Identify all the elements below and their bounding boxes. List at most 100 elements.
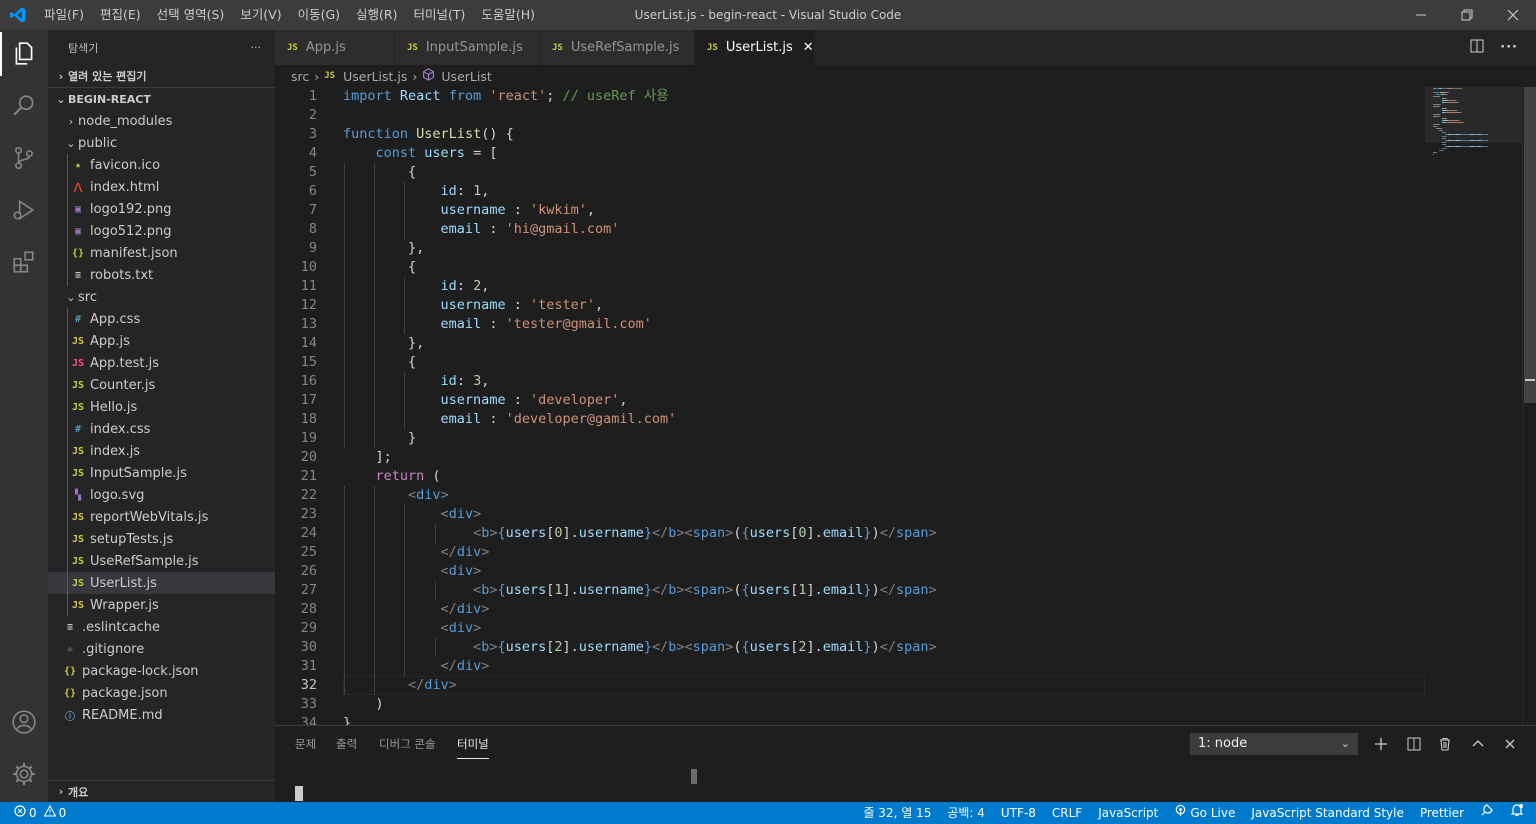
tab-inputsample-js[interactable]: JS InputSample.js bbox=[395, 30, 540, 65]
tab-output[interactable]: 출력 bbox=[336, 726, 357, 761]
file-item[interactable]: JS UseRefSample.js bbox=[48, 550, 275, 572]
new-terminal-icon[interactable] bbox=[1370, 733, 1392, 755]
file-item[interactable]: ≡ robots.txt bbox=[48, 264, 275, 286]
go-live-button[interactable]: Go Live bbox=[1166, 802, 1243, 824]
close-window-button[interactable] bbox=[1490, 0, 1536, 30]
line-number: 21 bbox=[300, 468, 317, 484]
code-line: 10 { bbox=[275, 258, 1425, 277]
tab-userlist-js[interactable]: JS UserList.js ✕ bbox=[695, 30, 815, 65]
file-item[interactable]: JS Hello.js bbox=[48, 396, 275, 418]
file-item[interactable]: ⓘ README.md bbox=[48, 704, 275, 726]
notifications-bell-icon[interactable] bbox=[1502, 802, 1536, 824]
file-item[interactable]: JS App.js bbox=[48, 330, 275, 352]
cursor-position[interactable]: 줄 32, 열 15 bbox=[855, 802, 939, 824]
menu-item[interactable]: 도움말(H) bbox=[473, 0, 543, 30]
split-editor-icon[interactable] bbox=[1470, 39, 1484, 57]
file-item[interactable]: ▣ logo192.png bbox=[48, 198, 275, 220]
minimap-token bbox=[1433, 88, 1438, 89]
extensions-icon[interactable] bbox=[0, 238, 48, 286]
editor-scrollbar[interactable] bbox=[1522, 87, 1536, 725]
file-item[interactable]: {} manifest.json bbox=[48, 242, 275, 264]
tab-problems[interactable]: 문제 bbox=[295, 726, 316, 761]
close-panel-icon[interactable] bbox=[1499, 733, 1521, 755]
breadcrumb-file[interactable]: UserList.js bbox=[343, 69, 407, 84]
problems-status[interactable]: 0 0 bbox=[0, 802, 74, 824]
code-text: { bbox=[343, 164, 417, 180]
project-section[interactable]: ⌄ BEGIN-REACT bbox=[48, 88, 275, 110]
encoding[interactable]: UTF-8 bbox=[993, 802, 1044, 824]
file-item[interactable]: {} package-lock.json bbox=[48, 660, 275, 682]
minimap-token bbox=[1433, 106, 1440, 107]
open-editors-section[interactable]: › 열려 있는 편집기 bbox=[48, 65, 275, 87]
line-number: 18 bbox=[300, 411, 317, 427]
minimap-token bbox=[1470, 140, 1475, 141]
manage-gear-icon[interactable] bbox=[0, 750, 48, 798]
end-of-line[interactable]: CRLF bbox=[1044, 802, 1090, 824]
file-item[interactable]: # index.css bbox=[48, 418, 275, 440]
tab-debug-console[interactable]: 디버그 콘솔 bbox=[379, 726, 436, 761]
minimize-button[interactable] bbox=[1398, 0, 1444, 30]
more-actions-icon[interactable]: ··· bbox=[251, 41, 262, 54]
split-terminal-icon[interactable] bbox=[1403, 733, 1425, 755]
more-actions-icon[interactable]: ··· bbox=[1500, 40, 1518, 55]
file-item[interactable]: ★ favicon.ico bbox=[48, 154, 275, 176]
file-item[interactable]: JS UserList.js bbox=[48, 572, 275, 594]
file-item[interactable]: JS reportWebVitals.js bbox=[48, 506, 275, 528]
file-item[interactable]: JS index.js bbox=[48, 440, 275, 462]
file-label: App.js bbox=[90, 333, 130, 349]
file-item[interactable]: {} package.json bbox=[48, 682, 275, 704]
file-item[interactable]: JS Wrapper.js bbox=[48, 594, 275, 616]
menu-item[interactable]: 이동(G) bbox=[290, 0, 348, 30]
menu-item[interactable]: 편집(E) bbox=[92, 0, 149, 30]
file-item[interactable]: ◆ .gitignore bbox=[48, 638, 275, 660]
tab-terminal[interactable]: 터미널 bbox=[457, 726, 489, 759]
file-item[interactable]: JS setupTests.js bbox=[48, 528, 275, 550]
run-debug-icon[interactable] bbox=[0, 186, 48, 234]
search-icon[interactable] bbox=[0, 82, 48, 130]
minimap[interactable] bbox=[1425, 87, 1522, 725]
tab-app-js[interactable]: JS App.js bbox=[275, 30, 395, 65]
linter-status[interactable]: JavaScript Standard Style bbox=[1243, 802, 1412, 824]
indent-guide bbox=[67, 154, 68, 176]
indent-guide bbox=[67, 198, 68, 220]
line-number: 10 bbox=[300, 259, 317, 275]
menu-item[interactable]: 보기(V) bbox=[232, 0, 289, 30]
breadcrumb-symbol[interactable]: UserList bbox=[441, 69, 491, 84]
indent-guide bbox=[67, 330, 68, 352]
restore-button[interactable] bbox=[1444, 0, 1490, 30]
menu-item[interactable]: 실행(R) bbox=[348, 0, 405, 30]
file-item[interactable]: JS Counter.js bbox=[48, 374, 275, 396]
close-icon[interactable]: ✕ bbox=[803, 40, 814, 55]
trash-icon[interactable] bbox=[1434, 733, 1456, 755]
terminal-select[interactable]: 1: node ⌄ bbox=[1190, 733, 1358, 755]
accounts-icon[interactable] bbox=[0, 698, 48, 746]
folder-item[interactable]: ⌄ public bbox=[48, 132, 275, 154]
scrollbar-thumb[interactable] bbox=[1524, 87, 1536, 403]
formatter-status[interactable]: Prettier bbox=[1412, 802, 1472, 824]
explorer-icon[interactable] bbox=[0, 30, 48, 78]
language-mode[interactable]: JavaScript bbox=[1090, 802, 1166, 824]
file-item[interactable]: JS App.test.js bbox=[48, 352, 275, 374]
file-item[interactable]: ⋀ index.html bbox=[48, 176, 275, 198]
file-item[interactable]: ▚ logo.svg bbox=[48, 484, 275, 506]
outline-section[interactable]: › 개요 bbox=[48, 780, 275, 802]
feedback-icon[interactable] bbox=[1472, 802, 1502, 824]
maximize-panel-icon[interactable] bbox=[1467, 733, 1489, 755]
folder-item[interactable]: ⌄ src bbox=[48, 286, 275, 308]
breadcrumb-folder[interactable]: src bbox=[291, 69, 309, 84]
file-item[interactable]: ▣ logo512.png bbox=[48, 220, 275, 242]
minimap-token bbox=[1433, 154, 1434, 155]
menu-item[interactable]: 선택 영역(S) bbox=[149, 0, 233, 30]
tab-userefsample-js[interactable]: JS UseRefSample.js bbox=[540, 30, 695, 65]
indentation[interactable]: 공백: 4 bbox=[939, 802, 993, 824]
source-control-icon[interactable] bbox=[0, 134, 48, 182]
code-editor[interactable]: 1 import React from 'react'; // useRef 사용… bbox=[275, 87, 1425, 725]
menu-item[interactable]: 터미널(T) bbox=[406, 0, 474, 30]
minimap-token bbox=[1487, 140, 1488, 141]
file-item[interactable]: ≡ .eslintcache bbox=[48, 616, 275, 638]
explorer-header: 탐색기 ··· bbox=[48, 30, 275, 65]
folder-item[interactable]: › node_modules bbox=[48, 110, 275, 132]
file-item[interactable]: # App.css bbox=[48, 308, 275, 330]
file-item[interactable]: JS InputSample.js bbox=[48, 462, 275, 484]
menu-item[interactable]: 파일(F) bbox=[36, 0, 92, 30]
